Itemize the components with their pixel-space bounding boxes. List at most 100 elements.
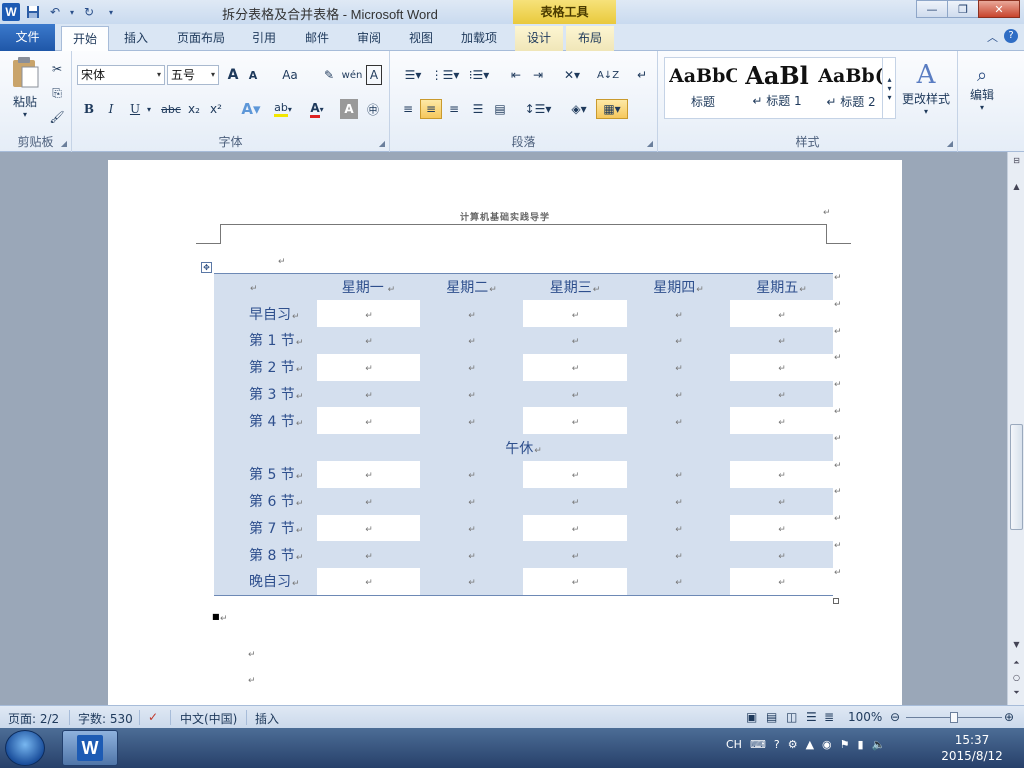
strikethrough-button[interactable]: abc (160, 99, 182, 119)
scrollbar-thumb[interactable] (1010, 424, 1023, 530)
tab-file[interactable]: 文件 (0, 24, 55, 51)
table-cell[interactable]: ↵ (420, 407, 523, 435)
restore-button[interactable]: ❐ (947, 0, 979, 18)
table-cell[interactable]: ↵ (627, 353, 730, 381)
table-cell[interactable]: ↵ (317, 488, 420, 515)
period-cell[interactable]: 第 2 节↵ (214, 353, 317, 381)
distributed-icon[interactable]: ▤ (490, 99, 510, 119)
period-cell[interactable]: 晚自习↵ (214, 568, 317, 596)
table-cell[interactable]: ↵ (627, 407, 730, 435)
cut-icon[interactable]: ✂ (48, 59, 66, 79)
tab-insert[interactable]: 插入 (113, 26, 159, 51)
grow-font-button[interactable]: A (224, 65, 242, 85)
table-cell[interactable]: ↵ (420, 514, 523, 542)
paragraph-launcher-icon[interactable]: ◢ (647, 139, 653, 148)
justify-icon[interactable]: ☰ (468, 99, 488, 119)
bold-button[interactable]: B (80, 99, 98, 119)
word-count[interactable]: 字数: 530 (78, 710, 133, 727)
table-cell[interactable]: ↵ (420, 381, 523, 408)
italic-button[interactable]: I (102, 99, 120, 119)
table-cell[interactable]: ↵ (730, 568, 833, 596)
keyboard-icon[interactable]: ⌨ (750, 738, 766, 751)
table-cell[interactable]: ↵ (317, 568, 420, 596)
period-cell[interactable]: 第 5 节↵ (214, 461, 317, 488)
style-title[interactable]: AaBbC 标题 (668, 59, 738, 115)
change-styles-button[interactable]: A 更改样式 ▾ (900, 57, 952, 119)
table-cell[interactable]: ↵ (730, 300, 833, 328)
close-button[interactable]: ✕ (978, 0, 1020, 18)
show-marks-icon[interactable]: ↵ (634, 65, 650, 85)
font-launcher-icon[interactable]: ◢ (379, 139, 385, 148)
day-header-cell[interactable]: 星期一 ↵ (317, 273, 420, 301)
tab-layout[interactable]: 布局 (566, 26, 614, 51)
table-cell[interactable]: ↵ (627, 381, 730, 408)
table-cell[interactable]: ↵ (523, 353, 627, 381)
day-header-cell[interactable]: 星期四↵ (627, 273, 730, 301)
enclose-characters-icon[interactable]: ㊥ (364, 99, 382, 119)
shrink-font-button[interactable]: A (244, 65, 262, 85)
vertical-scrollbar[interactable]: ⊟ ▲ ▼ ⏶ ○ ⏷ (1007, 152, 1024, 705)
table-cell[interactable]: ↵ (523, 514, 627, 542)
format-painter-icon[interactable]: 🖌 (48, 107, 66, 127)
underline-dropdown-icon[interactable]: ▾ (144, 99, 154, 119)
table-cell[interactable]: ↵ (627, 568, 730, 596)
scroll-down-icon[interactable]: ▼ (1010, 640, 1023, 654)
ime-indicator[interactable]: CH (726, 738, 742, 751)
subscript-button[interactable]: x₂ (185, 99, 203, 119)
table-cell[interactable]: ↵ (627, 327, 730, 354)
table-cell[interactable]: ↵ (523, 488, 627, 515)
clipboard-launcher-icon[interactable]: ◢ (61, 139, 67, 148)
help-tray-icon[interactable]: ? (774, 738, 780, 751)
table-cell[interactable]: ↵ (317, 300, 420, 328)
increase-indent-icon[interactable]: ⇥ (528, 65, 548, 85)
table-cell[interactable]: ↵ (420, 461, 523, 488)
action-center-icon[interactable]: ⚑ (840, 738, 850, 751)
character-border-icon[interactable]: A (366, 65, 382, 85)
table-cell[interactable]: ↵ (627, 300, 730, 328)
table-cell[interactable]: ↵ (317, 353, 420, 381)
change-case-button[interactable]: Aa (277, 65, 303, 85)
undo-dropdown-icon[interactable]: ▾ (68, 3, 76, 21)
styles-launcher-icon[interactable]: ◢ (947, 139, 953, 148)
proofing-icon[interactable]: ✓ (148, 710, 158, 724)
table-cell[interactable]: ↵ (317, 461, 420, 488)
zoom-level[interactable]: 100% (848, 710, 882, 724)
undo-icon[interactable]: ↶ (46, 3, 64, 21)
period-cell[interactable]: 第 4 节↵ (214, 407, 317, 435)
bullets-icon[interactable]: ☰▾ (398, 65, 428, 85)
period-cell[interactable]: 早自习↵ (214, 300, 317, 328)
table-cell[interactable]: ↵ (317, 407, 420, 435)
table-cell[interactable]: ↵ (523, 461, 627, 488)
day-header-cell[interactable]: 星期五↵ (730, 273, 833, 301)
previous-page-icon[interactable]: ⏶ (1010, 658, 1023, 672)
table-move-handle-icon[interactable]: ✥ (201, 262, 212, 273)
help-icon[interactable]: ? (1004, 29, 1018, 43)
ruler-toggle-icon[interactable]: ⊟ (1010, 156, 1023, 170)
table-cell[interactable]: ↵ (627, 461, 730, 488)
period-cell[interactable]: 第 8 节↵ (214, 541, 317, 568)
taskbar-word-button[interactable]: W (62, 730, 118, 766)
tab-view[interactable]: 视图 (400, 26, 442, 51)
style-heading1[interactable]: AaBl ↵ 标题 1 (742, 59, 812, 115)
font-size-combo[interactable]: 五号 ▾ (167, 65, 219, 85)
day-header-cell[interactable]: 星期二↵ (420, 273, 523, 301)
minimize-ribbon-icon[interactable]: ︿ (987, 29, 998, 45)
table-cell[interactable]: ↵ (317, 514, 420, 542)
table-cell[interactable]: ↵ (730, 488, 833, 515)
numbering-icon[interactable]: ⋮☰▾ (430, 65, 460, 85)
table-cell[interactable]: ↵ (627, 541, 730, 568)
draft-view-icon[interactable]: ≣ (824, 710, 834, 724)
tab-design[interactable]: 设计 (515, 26, 563, 51)
zoom-slider-thumb[interactable] (950, 712, 958, 723)
tab-mailings[interactable]: 邮件 (296, 26, 338, 51)
minimize-button[interactable]: — (916, 0, 948, 18)
customize-qat-icon[interactable]: ▾ (102, 3, 120, 21)
tab-review[interactable]: 审阅 (348, 26, 390, 51)
redo-icon[interactable]: ↻ (80, 3, 98, 21)
copy-icon[interactable]: ⎘ (48, 83, 66, 103)
clock[interactable]: 15:37 2015/8/12 (932, 732, 1012, 764)
styles-scroll-icon[interactable]: ▴ ▾ ▾ (882, 57, 896, 119)
table-cell[interactable]: ↵ (627, 488, 730, 515)
tab-references[interactable]: 引用 (243, 26, 285, 51)
lunch-cell[interactable]: 午休↵ (214, 434, 833, 461)
